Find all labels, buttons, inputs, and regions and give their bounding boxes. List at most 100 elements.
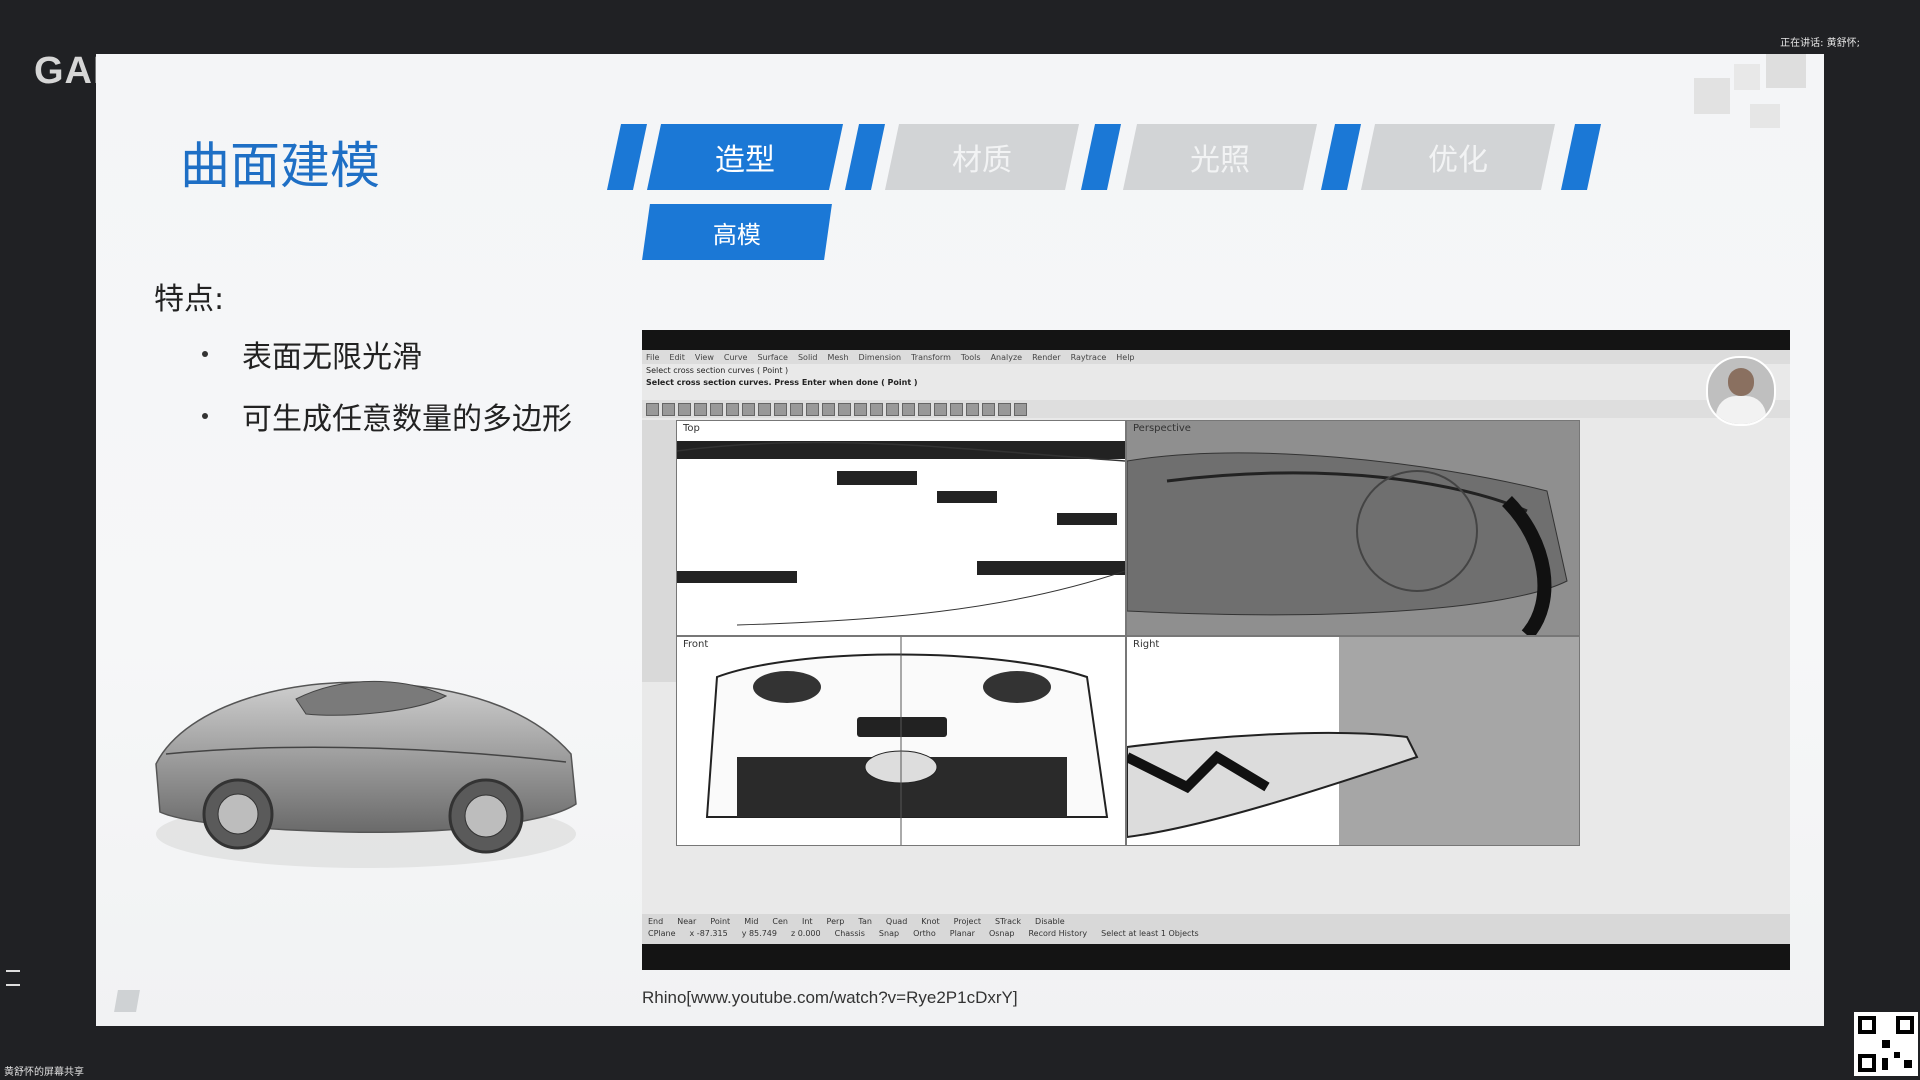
- menu-item[interactable]: Mesh: [827, 353, 848, 362]
- save-icon[interactable]: [678, 402, 691, 416]
- tab-label: 材质: [952, 143, 1012, 178]
- osnap-point[interactable]: Point: [710, 917, 730, 926]
- osnap-toggle[interactable]: Osnap: [989, 929, 1015, 938]
- presenter-avatar: [1706, 356, 1776, 426]
- new-file-icon[interactable]: [646, 402, 659, 416]
- menu-item[interactable]: Render: [1032, 353, 1060, 362]
- tab-separator: [1080, 124, 1122, 190]
- undo-icon[interactable]: [758, 402, 771, 416]
- osnap-end[interactable]: End: [648, 917, 663, 926]
- tab-separator: [844, 124, 886, 190]
- tab-label: 造型: [715, 143, 775, 178]
- tab-separator: [606, 124, 648, 190]
- rhino-toolbar: [642, 400, 1790, 418]
- tab-label: 优化: [1428, 143, 1488, 178]
- viewport-right[interactable]: Right: [1126, 636, 1580, 846]
- rhino-menubar: File Edit View Curve Surface Solid Mesh …: [642, 350, 1790, 364]
- tab-optimization[interactable]: 优化: [1360, 124, 1556, 190]
- viewport-perspective[interactable]: Perspective: [1126, 420, 1580, 636]
- menu-item[interactable]: Tools: [961, 353, 981, 362]
- rhino-window: File Edit View Curve Surface Solid Mesh …: [642, 350, 1790, 944]
- osnap-tan[interactable]: Tan: [858, 917, 872, 926]
- list-icon[interactable]: [6, 970, 20, 986]
- cplane-label: CPlane: [648, 929, 676, 938]
- print-icon[interactable]: [694, 402, 707, 416]
- feature-text: 可生成任意数量的多边形: [242, 402, 572, 437]
- osnap-project[interactable]: Project: [954, 917, 981, 926]
- rotate-icon[interactable]: [806, 402, 819, 416]
- grid-icon[interactable]: [870, 402, 883, 416]
- zoom-icon[interactable]: [822, 402, 835, 416]
- open-file-icon[interactable]: [662, 402, 675, 416]
- menu-item[interactable]: Analyze: [991, 353, 1023, 362]
- command-prompt[interactable]: Select cross section curves. Press Enter…: [642, 378, 918, 387]
- speaking-status: 正在讲话: 黄舒怀;: [1780, 38, 1860, 49]
- menu-item[interactable]: Dimension: [859, 353, 902, 362]
- osnap-perp[interactable]: Perp: [827, 917, 845, 926]
- help-icon[interactable]: [1014, 402, 1027, 416]
- menu-item[interactable]: Curve: [724, 353, 748, 362]
- viewport-top[interactable]: Top: [676, 420, 1126, 636]
- light-icon[interactable]: [966, 402, 979, 416]
- redo-icon[interactable]: [774, 402, 787, 416]
- feature-text: 表面无限光滑: [242, 340, 422, 375]
- tab-label: 光照: [1190, 143, 1250, 178]
- menu-item[interactable]: Help: [1116, 353, 1134, 362]
- rhino-screenshot: File Edit View Curve Surface Solid Mesh …: [642, 330, 1790, 970]
- shade-icon[interactable]: [918, 402, 931, 416]
- snap-toggle[interactable]: Snap: [879, 929, 899, 938]
- layer-icon[interactable]: [886, 402, 899, 416]
- feature-item: 表面无限光滑: [202, 332, 422, 376]
- presentation-slide: 曲面建模 造型 材质 光照 优化 高模 特点: 表面无限光滑 可生成任意数量的多…: [96, 54, 1824, 1026]
- osnap-quad[interactable]: Quad: [886, 917, 907, 926]
- tab-separator: [1320, 124, 1362, 190]
- layer-name[interactable]: Chassis: [835, 929, 865, 938]
- slide-title: 曲面建模: [180, 137, 380, 195]
- viewport-label: Top: [683, 423, 700, 434]
- command-history: Select cross section curves ( Point ): [646, 366, 789, 375]
- menu-item[interactable]: Solid: [798, 353, 818, 362]
- osnap-knot[interactable]: Knot: [921, 917, 939, 926]
- menu-item[interactable]: File: [646, 353, 659, 362]
- osnap-mid[interactable]: Mid: [744, 917, 758, 926]
- copy-icon[interactable]: [726, 402, 739, 416]
- record-history-toggle[interactable]: Record History: [1028, 929, 1087, 938]
- cut-icon[interactable]: [710, 402, 723, 416]
- tab-lighting[interactable]: 光照: [1122, 124, 1318, 190]
- menu-item[interactable]: Transform: [911, 353, 951, 362]
- properties-icon[interactable]: [902, 402, 915, 416]
- rhino-statusbar: End Near Point Mid Cen Int Perp Tan Quad…: [642, 914, 1790, 944]
- osnap-strack[interactable]: STrack: [995, 917, 1021, 926]
- left-tool-palette[interactable]: [642, 420, 676, 682]
- osnap-disable[interactable]: Disable: [1035, 917, 1065, 926]
- menu-item[interactable]: View: [695, 353, 714, 362]
- features-heading: 特点:: [154, 282, 225, 317]
- planar-toggle[interactable]: Planar: [950, 929, 975, 938]
- viewport-label: Perspective: [1133, 423, 1191, 434]
- osnap-int[interactable]: Int: [802, 917, 813, 926]
- osnap-cen[interactable]: Cen: [772, 917, 788, 926]
- paste-icon[interactable]: [742, 402, 755, 416]
- car-surface-render: [146, 644, 586, 884]
- menu-item[interactable]: Edit: [669, 353, 685, 362]
- render-icon[interactable]: [934, 402, 947, 416]
- viewport-label: Front: [683, 639, 709, 650]
- zoom-extents-icon[interactable]: [854, 402, 867, 416]
- zoom-window-icon[interactable]: [838, 402, 851, 416]
- options-icon[interactable]: [998, 402, 1011, 416]
- viewport-front[interactable]: Front: [676, 636, 1126, 846]
- material-icon[interactable]: [950, 402, 963, 416]
- menu-item[interactable]: Surface: [757, 353, 787, 362]
- coord-z: z 0.000: [790, 929, 821, 938]
- menu-item[interactable]: Raytrace: [1071, 353, 1107, 362]
- bullet-icon: [202, 413, 208, 419]
- subtab-high-poly[interactable]: 高模: [642, 204, 832, 260]
- osnap-near[interactable]: Near: [677, 917, 696, 926]
- ortho-toggle[interactable]: Ortho: [913, 929, 936, 938]
- pan-icon[interactable]: [790, 402, 803, 416]
- screen-share-label: 黄舒怀的屏幕共享: [4, 1067, 84, 1078]
- tab-modeling[interactable]: 造型: [646, 124, 844, 190]
- tab-material[interactable]: 材质: [884, 124, 1080, 190]
- analyze-icon[interactable]: [982, 402, 995, 416]
- slide-logo-icon: [114, 990, 140, 1012]
